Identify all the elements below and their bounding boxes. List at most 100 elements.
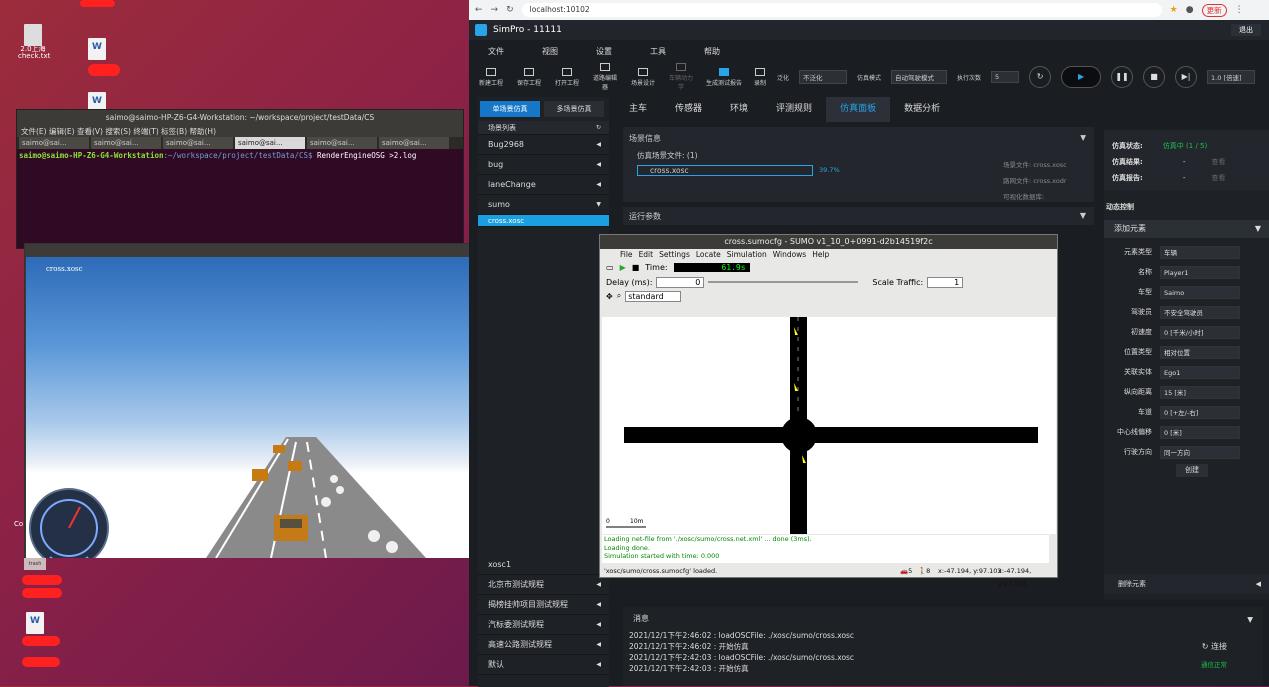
step-button[interactable]: ▶| (1175, 66, 1198, 88)
multi-scene-tab[interactable]: 多场景仿真 (544, 101, 604, 117)
tab-analysis[interactable]: 数据分析 (890, 97, 954, 122)
scene-file-progress[interactable]: cross.xosc (637, 165, 813, 176)
exec-count-input[interactable]: 5 (991, 71, 1020, 83)
delay-input[interactable]: 0 (656, 276, 705, 288)
scene-group[interactable]: bug ◀ (478, 155, 609, 175)
form-field[interactable]: 0 [千米/小时] (1160, 325, 1240, 339)
scene-group[interactable]: 高速公路测试规程 ◀ (478, 635, 609, 655)
tab-sensors[interactable]: 传感器 (661, 97, 716, 122)
sumo-menu-file[interactable]: File (620, 250, 633, 259)
terminal-tab[interactable]: saimo@sai... (91, 137, 161, 149)
sumo-menu-settings[interactable]: Settings (659, 250, 690, 259)
single-scene-tab[interactable]: 单场景仿真 (480, 101, 540, 117)
terminal-tab[interactable]: saimo@sai... (19, 137, 89, 149)
collapse-icon[interactable]: ▼ (1080, 211, 1086, 220)
update-button[interactable]: 更新 (1201, 3, 1227, 17)
menu-help[interactable]: 帮助 (685, 46, 739, 57)
add-element-header[interactable]: 添加元素 ▼ (1104, 220, 1269, 238)
form-field[interactable]: 0 [米] (1160, 425, 1240, 439)
tab-environment[interactable]: 环境 (716, 97, 762, 122)
sumo-menu-windows[interactable]: Windows (773, 250, 806, 259)
vehicle-dynamics-button[interactable]: 车辆动力学 (667, 63, 695, 91)
form-field[interactable]: 0 [+左/-右] (1160, 405, 1240, 419)
sumo-network-canvas[interactable]: 0 10m (602, 317, 1056, 534)
center-icon[interactable]: ✥ (606, 292, 613, 301)
scene-group[interactable]: 北京市测试规程 ◀ (478, 575, 609, 595)
form-field[interactable]: Saimo (1160, 285, 1240, 299)
scene-group[interactable]: 揭榜挂帅项目测试规程 ◀ (478, 595, 609, 615)
desktop-file-icon[interactable]: 2.0上海 check.txt (18, 24, 50, 64)
scheme-select[interactable]: standard (625, 290, 682, 302)
record-button[interactable]: 录制 (753, 67, 767, 87)
generalize-select[interactable]: 不泛化 (799, 70, 848, 84)
view-report-button[interactable]: 查看 (1211, 174, 1225, 182)
delay-slider[interactable] (708, 281, 859, 283)
report-button[interactable]: 生成测试报告 (705, 67, 743, 87)
terminal-tab[interactable]: saimo@sai... (379, 137, 449, 149)
scene-group[interactable]: laneChange ◀ (478, 175, 609, 195)
stop-icon[interactable]: ■ (632, 263, 640, 272)
scene-group[interactable]: xosc1 (478, 555, 609, 575)
tab-rules[interactable]: 评测规则 (762, 97, 826, 122)
scene-group[interactable]: 默认 ◀ (478, 655, 609, 675)
delete-element-header[interactable]: 删除元素 ◀ (1104, 574, 1269, 594)
collapse-icon[interactable]: ▼ (1247, 615, 1253, 624)
desktop-doc-icon[interactable] (20, 612, 50, 652)
url-input[interactable]: localhost:10102 (521, 3, 1162, 17)
tab-sim-panel[interactable]: 仿真面板 (826, 97, 891, 122)
scale-input[interactable]: 1 (927, 276, 964, 288)
form-field[interactable]: 车辆 (1160, 245, 1240, 259)
menu-view[interactable]: 视图 (523, 46, 577, 57)
sumo-menu-help[interactable]: Help (812, 250, 829, 259)
open-icon[interactable]: ▭ (606, 263, 614, 272)
sim-mode-select[interactable]: 自动驾驶模式 (891, 70, 948, 84)
scene-group[interactable]: 汽标委测试规程 ◀ (478, 615, 609, 635)
save-project-button[interactable]: 保存工程 (515, 67, 543, 87)
terminal-window[interactable]: saimo@saimo-HP-Z6-G4-Workstation: ~/work… (16, 109, 464, 249)
terminal-tab-active[interactable]: saimo@sai... (235, 137, 305, 149)
zoom-icon[interactable]: ⌕ (617, 291, 621, 301)
reset-icon[interactable]: ↻ (1029, 66, 1052, 88)
pause-button[interactable]: ❚❚ (1111, 66, 1134, 88)
create-button[interactable]: 创建 (1176, 464, 1208, 477)
sumo-menu-simulation[interactable]: Simulation (727, 250, 767, 259)
play-button[interactable]: ▶ (1061, 66, 1102, 88)
menu-tools[interactable]: 工具 (631, 46, 685, 57)
collapse-icon[interactable]: ▼ (1080, 133, 1086, 142)
reload-icon[interactable]: ↻ (506, 5, 514, 15)
scene-item-selected[interactable]: cross.xosc (478, 215, 609, 227)
sumo-window[interactable]: cross.sumocfg - SUMO v1_10_0+0991-d2b145… (599, 234, 1058, 588)
terminal-tab[interactable]: saimo@sai... (307, 137, 377, 149)
menu-file[interactable]: 文件 (469, 46, 523, 57)
forward-icon[interactable]: → (491, 5, 499, 15)
refresh-icon[interactable]: ↻ (596, 121, 601, 135)
form-field[interactable]: 同一方向 (1160, 445, 1240, 459)
exit-button[interactable]: 退出 (1231, 24, 1261, 36)
tab-ego[interactable]: 主车 (615, 97, 661, 122)
form-field[interactable]: Ego1 (1160, 365, 1240, 379)
back-icon[interactable]: ← (475, 5, 483, 15)
scene-group[interactable]: sumo ▼ (478, 195, 609, 215)
sumo-menu-edit[interactable]: Edit (639, 250, 654, 259)
form-field[interactable]: 15 [米] (1160, 385, 1240, 399)
trash-icon[interactable]: trash (24, 558, 46, 570)
bookmark-star-icon[interactable]: ★ (1170, 5, 1178, 15)
form-field[interactable]: 不安全驾驶员 (1160, 305, 1240, 319)
scene-design-button[interactable]: 场景设计 (629, 67, 657, 87)
scene-group[interactable]: Bug2968 ◀ (478, 135, 609, 155)
view-result-button[interactable]: 查看 (1211, 158, 1225, 166)
road-editor-button[interactable]: 道路编辑器 (591, 63, 619, 91)
stop-button[interactable]: ■ (1143, 66, 1166, 88)
new-project-button[interactable]: 新建工程 (477, 67, 505, 87)
form-field[interactable]: 相对位置 (1160, 345, 1240, 359)
run-icon[interactable]: ▶ (620, 263, 626, 272)
speed-select[interactable]: 1.0 [倍速] (1207, 70, 1256, 84)
connect-button[interactable]: ↻ 连接 (1202, 641, 1227, 652)
run-params-panel[interactable]: 运行参数 ▼ (623, 207, 1094, 225)
form-field[interactable]: Player1 (1160, 265, 1240, 279)
sumo-menu-locate[interactable]: Locate (696, 250, 721, 259)
menu-settings[interactable]: 设置 (577, 46, 631, 57)
terminal-menu[interactable]: 文件(E) 编辑(E) 查看(V) 搜索(S) 终端(T) 标签(B) 帮助(H… (17, 126, 463, 137)
open-project-button[interactable]: 打开工程 (553, 67, 581, 87)
terminal-tab[interactable]: saimo@sai... (163, 137, 233, 149)
